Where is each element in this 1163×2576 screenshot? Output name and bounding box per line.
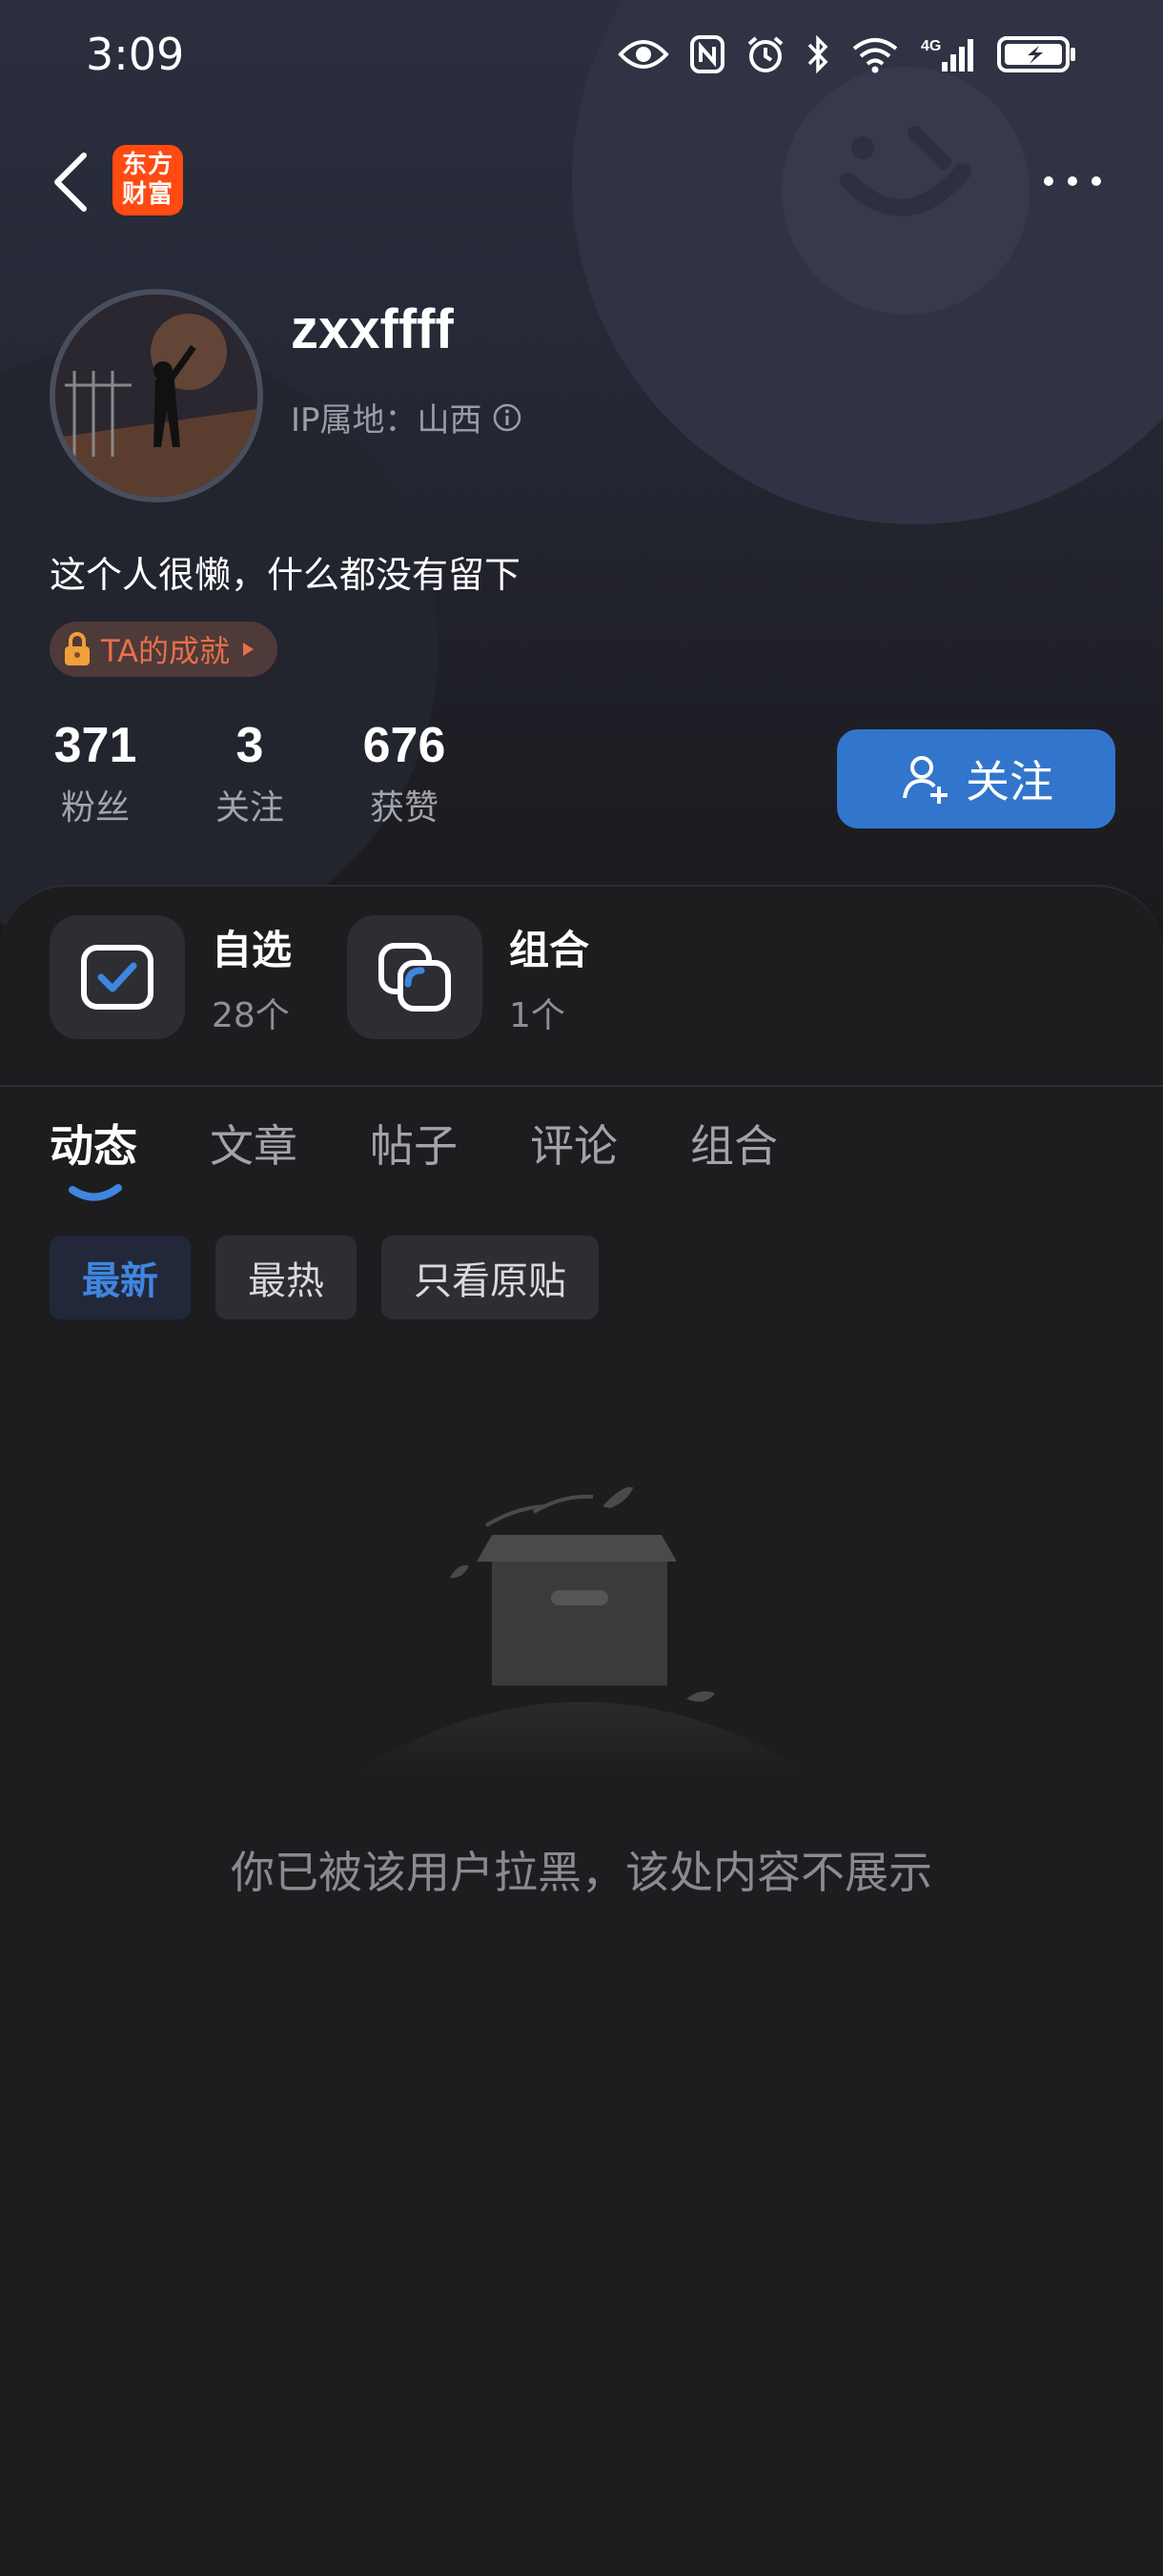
svg-text:4G: 4G	[921, 38, 941, 54]
portfolio-title: 组合	[509, 926, 590, 973]
active-tab-indicator	[69, 1184, 122, 1201]
app-logo-line1: 东方	[121, 151, 173, 179]
avatar-photo	[55, 295, 257, 497]
bio: 这个人很懒，什么都没有留下	[50, 554, 521, 596]
tab-label: 动态	[50, 1120, 137, 1172]
bluetooth-icon	[807, 34, 828, 74]
nfc-icon	[690, 35, 724, 73]
more-options-button[interactable]	[1039, 162, 1106, 200]
divider	[0, 1085, 1163, 1087]
tab-bar: 动态 文章 帖子 评论 组合	[50, 1112, 850, 1201]
info-icon[interactable]	[492, 402, 522, 433]
watchlist-entry[interactable]: 自选 28个	[50, 915, 292, 1039]
stats-row: 371 粉丝 3 关注 676 获赞	[50, 717, 450, 829]
eye-icon	[618, 40, 669, 69]
wifi-icon	[852, 38, 898, 73]
achievement-button[interactable]: TA的成就	[50, 622, 277, 677]
alarm-icon	[747, 36, 784, 72]
chevron-left-icon	[54, 153, 87, 212]
checkbox-icon	[81, 945, 153, 1010]
follow-label: 关注	[966, 756, 1053, 808]
stat-label: 获赞	[369, 788, 439, 828]
tab-portfolio[interactable]: 组合	[690, 1112, 778, 1175]
empty-box-illustration	[353, 1487, 810, 1773]
tab-activity[interactable]: 动态	[50, 1112, 137, 1201]
watchlist-icon-tile	[50, 915, 185, 1039]
tab-label: 帖子	[370, 1120, 458, 1172]
tab-articles[interactable]: 文章	[210, 1112, 297, 1175]
play-arrow-icon	[242, 643, 254, 656]
stat-value: 371	[53, 718, 137, 773]
stat-label: 粉丝	[60, 788, 130, 828]
portfolio-count: 1个	[509, 995, 565, 1035]
back-button[interactable]	[48, 148, 95, 215]
tab-posts[interactable]: 帖子	[370, 1112, 458, 1175]
more-dots-icon	[1044, 176, 1101, 186]
stat-value: 676	[362, 718, 446, 773]
tab-label: 组合	[690, 1120, 778, 1172]
stat-following[interactable]: 3 关注	[204, 717, 296, 829]
ip-location-text: IP属地：山西	[291, 401, 482, 440]
watchlist-count: 28个	[212, 995, 290, 1035]
app-logo-line2: 财富	[121, 180, 173, 209]
achievement-label: TA的成就	[101, 633, 230, 669]
lock-icon	[65, 632, 90, 665]
app-logo[interactable]: 东方 财富	[112, 145, 183, 215]
portfolio-entry[interactable]: 组合 1个	[347, 915, 589, 1039]
filter-hottest[interactable]: 最热	[215, 1236, 357, 1319]
add-user-icon	[903, 756, 948, 804]
tab-label: 评论	[530, 1120, 618, 1172]
ip-location: IP属地：山西	[291, 394, 522, 440]
filter-original-only[interactable]: 只看原贴	[381, 1236, 599, 1319]
stat-likes[interactable]: 676 获赞	[358, 717, 450, 829]
tab-label: 文章	[210, 1120, 297, 1172]
status-bar: 3:09 4G	[0, 0, 1163, 114]
username: zxxffff	[291, 298, 454, 360]
stat-fans[interactable]: 371 粉丝	[50, 717, 141, 829]
empty-state-message: 你已被该用户拉黑，该处内容不展示	[231, 1847, 932, 1898]
battery-icon	[997, 36, 1075, 72]
tab-comments[interactable]: 评论	[530, 1112, 618, 1175]
status-time: 3:09	[86, 29, 185, 80]
status-icons: 4G	[618, 34, 1077, 74]
overlapping-squares-icon	[378, 943, 451, 1012]
stat-value: 3	[235, 718, 264, 773]
signal-4g-icon: 4G	[921, 38, 973, 72]
avatar[interactable]	[50, 289, 263, 502]
follow-button[interactable]: 关注	[837, 729, 1115, 828]
filter-latest[interactable]: 最新	[50, 1236, 191, 1319]
portfolio-icon-tile	[347, 915, 482, 1039]
filter-bar: 最新 最热 只看原贴	[50, 1236, 599, 1319]
watchlist-title: 自选	[212, 926, 293, 973]
stat-label: 关注	[214, 788, 284, 828]
